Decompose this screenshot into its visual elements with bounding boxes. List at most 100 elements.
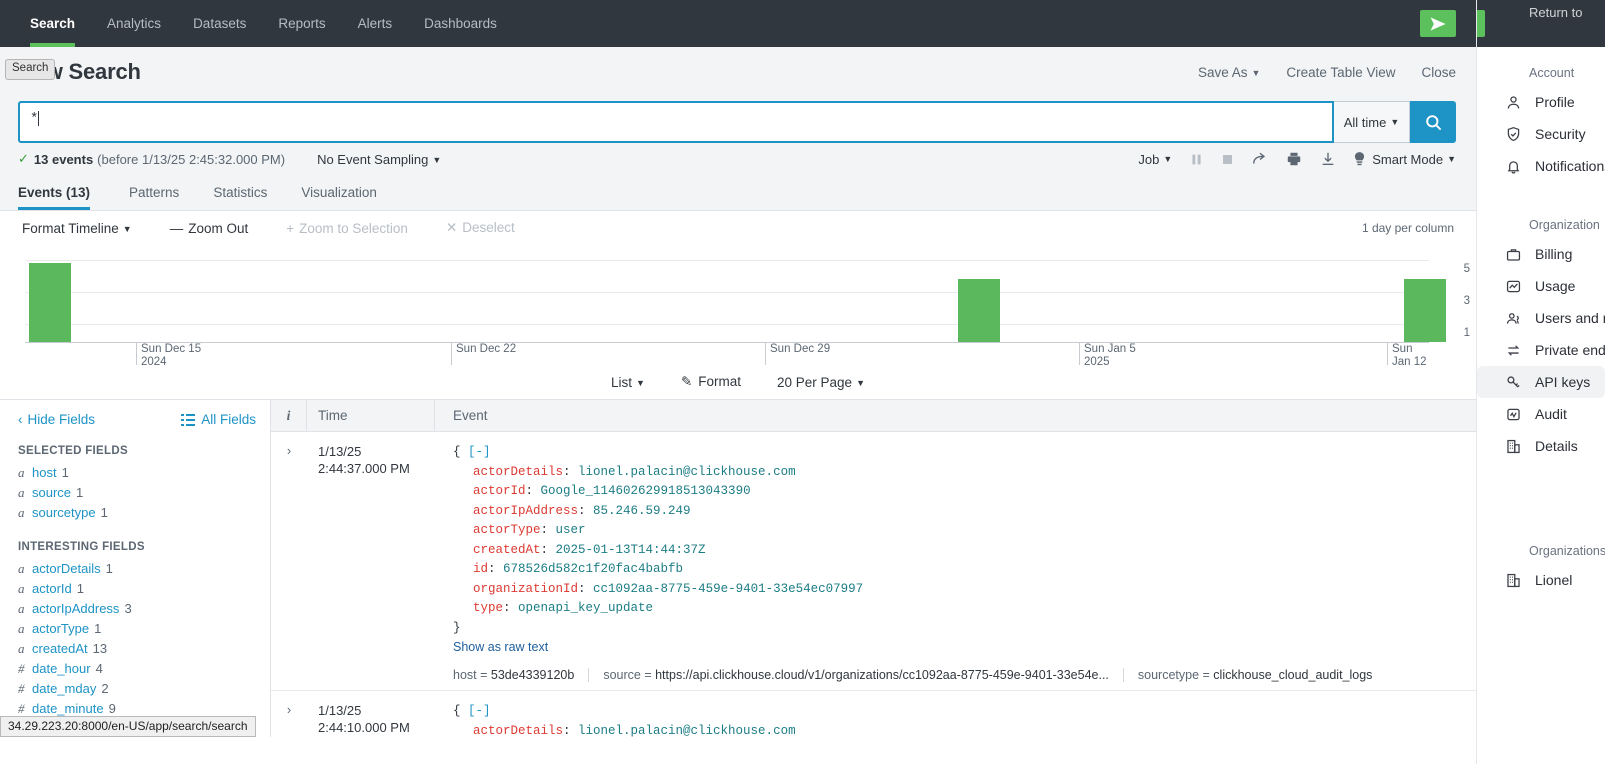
briefcase-icon <box>1505 246 1522 263</box>
tab-events[interactable]: Events (13) <box>18 175 112 210</box>
sidebar-item-users[interactable]: Users and roles <box>1477 302 1605 334</box>
field-item-actorid[interactable]: aactorId1 <box>0 579 270 599</box>
field-item-host[interactable]: ahost1 <box>0 463 270 483</box>
results-body: ‹Hide Fields All Fields SELECTED FIELDS … <box>0 399 1476 737</box>
field-item-actortype[interactable]: aactorType1 <box>0 619 270 639</box>
meta-sourcetype[interactable]: sourcetype = clickhouse_cloud_audit_logs <box>1138 668 1387 682</box>
search-submit-button[interactable] <box>1410 101 1456 143</box>
show-as-raw-text-link[interactable]: Show as raw text <box>453 640 1476 654</box>
sidebar-item-audit[interactable]: Audit <box>1477 398 1605 430</box>
sidebar-item-organization-lionel[interactable]: Lionel <box>1477 564 1605 596</box>
meta-host[interactable]: host = 53de4339120b <box>453 668 589 682</box>
row-expand-toggle[interactable]: › <box>271 691 307 737</box>
download-icon[interactable] <box>1320 151 1336 167</box>
timeline-chart[interactable]: 5 3 1 Sun Dec 15 2024 Sun Dec 22 Sun Dec… <box>0 245 1454 365</box>
nav-item-alerts[interactable]: Alerts <box>342 0 409 47</box>
field-item-date-hour[interactable]: #date_hour4 <box>0 659 270 679</box>
nav-item-reports[interactable]: Reports <box>262 0 341 47</box>
events-table-header: i Time Event <box>271 400 1476 432</box>
search-input[interactable]: * <box>18 101 1334 143</box>
json-pair: actorId: Google_114602629918513043390 <box>453 482 1476 502</box>
job-dropdown[interactable]: Job▼ <box>1138 152 1172 167</box>
chart-bar[interactable] <box>958 279 1000 342</box>
format-timeline-dropdown[interactable]: Format Timeline▼ <box>22 221 132 236</box>
gridline <box>25 260 1429 261</box>
field-item-createdat[interactable]: acreatedAt13 <box>0 639 270 659</box>
event-sampling-dropdown[interactable]: No Event Sampling▼ <box>317 152 441 167</box>
field-item-date-mday[interactable]: #date_mday2 <box>0 679 270 699</box>
print-icon[interactable] <box>1286 151 1302 167</box>
hide-fields-button[interactable]: ‹Hide Fields <box>18 412 95 427</box>
row-expand-toggle[interactable]: › <box>271 432 307 690</box>
audit-icon <box>1505 406 1522 423</box>
all-fields-button[interactable]: All Fields <box>181 412 256 427</box>
job-status-bar: ✓ 13 events (before 1/13/25 2:45:32.000 … <box>0 143 1476 175</box>
sidebar-item-billing[interactable]: Billing <box>1477 238 1605 270</box>
row-timestamp: 1/13/25 2:44:10.000 PM <box>307 691 435 737</box>
field-item-sourcetype[interactable]: asourcetype1 <box>0 503 270 523</box>
time-range-picker[interactable]: All time▼ <box>1334 101 1410 143</box>
sidebar-item-api-keys[interactable]: API keys <box>1477 366 1605 398</box>
tab-statistics[interactable]: Statistics <box>196 175 284 210</box>
nav-item-analytics[interactable]: Analytics <box>91 0 177 47</box>
tab-visualization[interactable]: Visualization <box>284 175 394 210</box>
timestamp-time: 2:44:37.000 PM <box>318 460 435 477</box>
view-mode-dropdown[interactable]: List▼ <box>611 375 645 390</box>
smart-mode-dropdown[interactable]: Smart Mode▼ <box>1354 152 1456 167</box>
sidebar-item-private-endpoints[interactable]: Private endpoints <box>1477 334 1605 366</box>
chart-bar[interactable] <box>1404 279 1446 342</box>
search-tooltip: Search <box>5 59 55 80</box>
search-icon <box>1424 113 1443 132</box>
y-tick-label-right: 1 <box>1464 327 1470 339</box>
event-json: { [-] actorDetails: lionel.palacin@click… <box>453 702 1476 737</box>
x-tick: Sun Dec 22 <box>451 343 516 365</box>
events-table: i Time Event › 1/13/25 2:44:37.000 PM { … <box>271 400 1476 737</box>
nav-item-search[interactable]: Search <box>14 0 91 47</box>
account-group-title: Account <box>1477 48 1605 86</box>
return-to-link[interactable]: Return to <box>1477 0 1605 24</box>
sidebar-item-security[interactable]: Security <box>1477 118 1605 150</box>
zoom-out-button[interactable]: —Zoom Out <box>170 221 249 236</box>
json-pair: createdAt: 2025-01-13T14:44:37Z <box>453 541 1476 561</box>
event-count: 13 events <box>34 152 93 167</box>
row-timestamp: 1/13/25 2:44:37.000 PM <box>307 432 435 690</box>
zoom-to-selection-button: +Zoom to Selection <box>286 221 408 236</box>
format-results-button[interactable]: ✎Format <box>681 374 741 390</box>
tab-patterns[interactable]: Patterns <box>112 175 196 210</box>
nav-item-datasets[interactable]: Datasets <box>177 0 262 47</box>
chevron-down-icon: ▼ <box>1163 154 1172 164</box>
save-as-button[interactable]: Save As▼ <box>1198 65 1260 80</box>
close-button[interactable]: Close <box>1421 65 1456 80</box>
sidebar-item-details[interactable]: Details <box>1477 430 1605 462</box>
sidebar-item-usage[interactable]: Usage <box>1477 270 1605 302</box>
nav-label: Datasets <box>193 16 246 31</box>
column-header-event[interactable]: Event <box>435 408 488 423</box>
field-name: date_hour <box>32 661 91 677</box>
x-axis-ticks: Sun Dec 15 2024 Sun Dec 22 Sun Dec 29 Su… <box>25 343 1429 365</box>
json-collapse-toggle[interactable]: [-] <box>468 704 491 718</box>
table-row: › 1/13/25 2:44:10.000 PM { [-] actorDeta… <box>271 691 1476 737</box>
sidebar-item-notifications[interactable]: Notifications <box>1477 150 1605 182</box>
field-item-actordetails[interactable]: aactorDetails1 <box>0 559 270 579</box>
column-header-time[interactable]: Time <box>307 400 435 431</box>
transfer-icon <box>1505 342 1522 359</box>
field-item-actoripaddress[interactable]: aactorIpAddress3 <box>0 599 270 619</box>
users-icon <box>1505 310 1522 327</box>
create-table-view-button[interactable]: Create Table View <box>1286 65 1395 80</box>
sidebar-item-profile[interactable]: Profile <box>1477 86 1605 118</box>
event-json: { [-] actorDetails: lionel.palacin@click… <box>453 443 1476 638</box>
chart-bar[interactable] <box>29 263 71 342</box>
nav-item-dashboards[interactable]: Dashboards <box>408 0 513 47</box>
share-icon[interactable] <box>1252 151 1268 167</box>
field-item-source[interactable]: asource1 <box>0 483 270 503</box>
chart-icon <box>1505 278 1522 295</box>
field-name: date_minute <box>32 701 104 717</box>
per-page-dropdown[interactable]: 20 Per Page▼ <box>777 375 865 390</box>
meta-source[interactable]: source = https://api.clickhouse.cloud/v1… <box>603 668 1124 682</box>
json-collapse-toggle[interactable]: [-] <box>468 445 491 459</box>
browser-status-url: 34.29.223.20:8000/en-US/app/search/searc… <box>0 716 256 737</box>
stop-icon <box>1221 153 1234 166</box>
send-icon[interactable] <box>1420 10 1456 37</box>
building-icon <box>1505 572 1522 589</box>
x-tick: Sun Jan 12 <box>1387 343 1429 365</box>
